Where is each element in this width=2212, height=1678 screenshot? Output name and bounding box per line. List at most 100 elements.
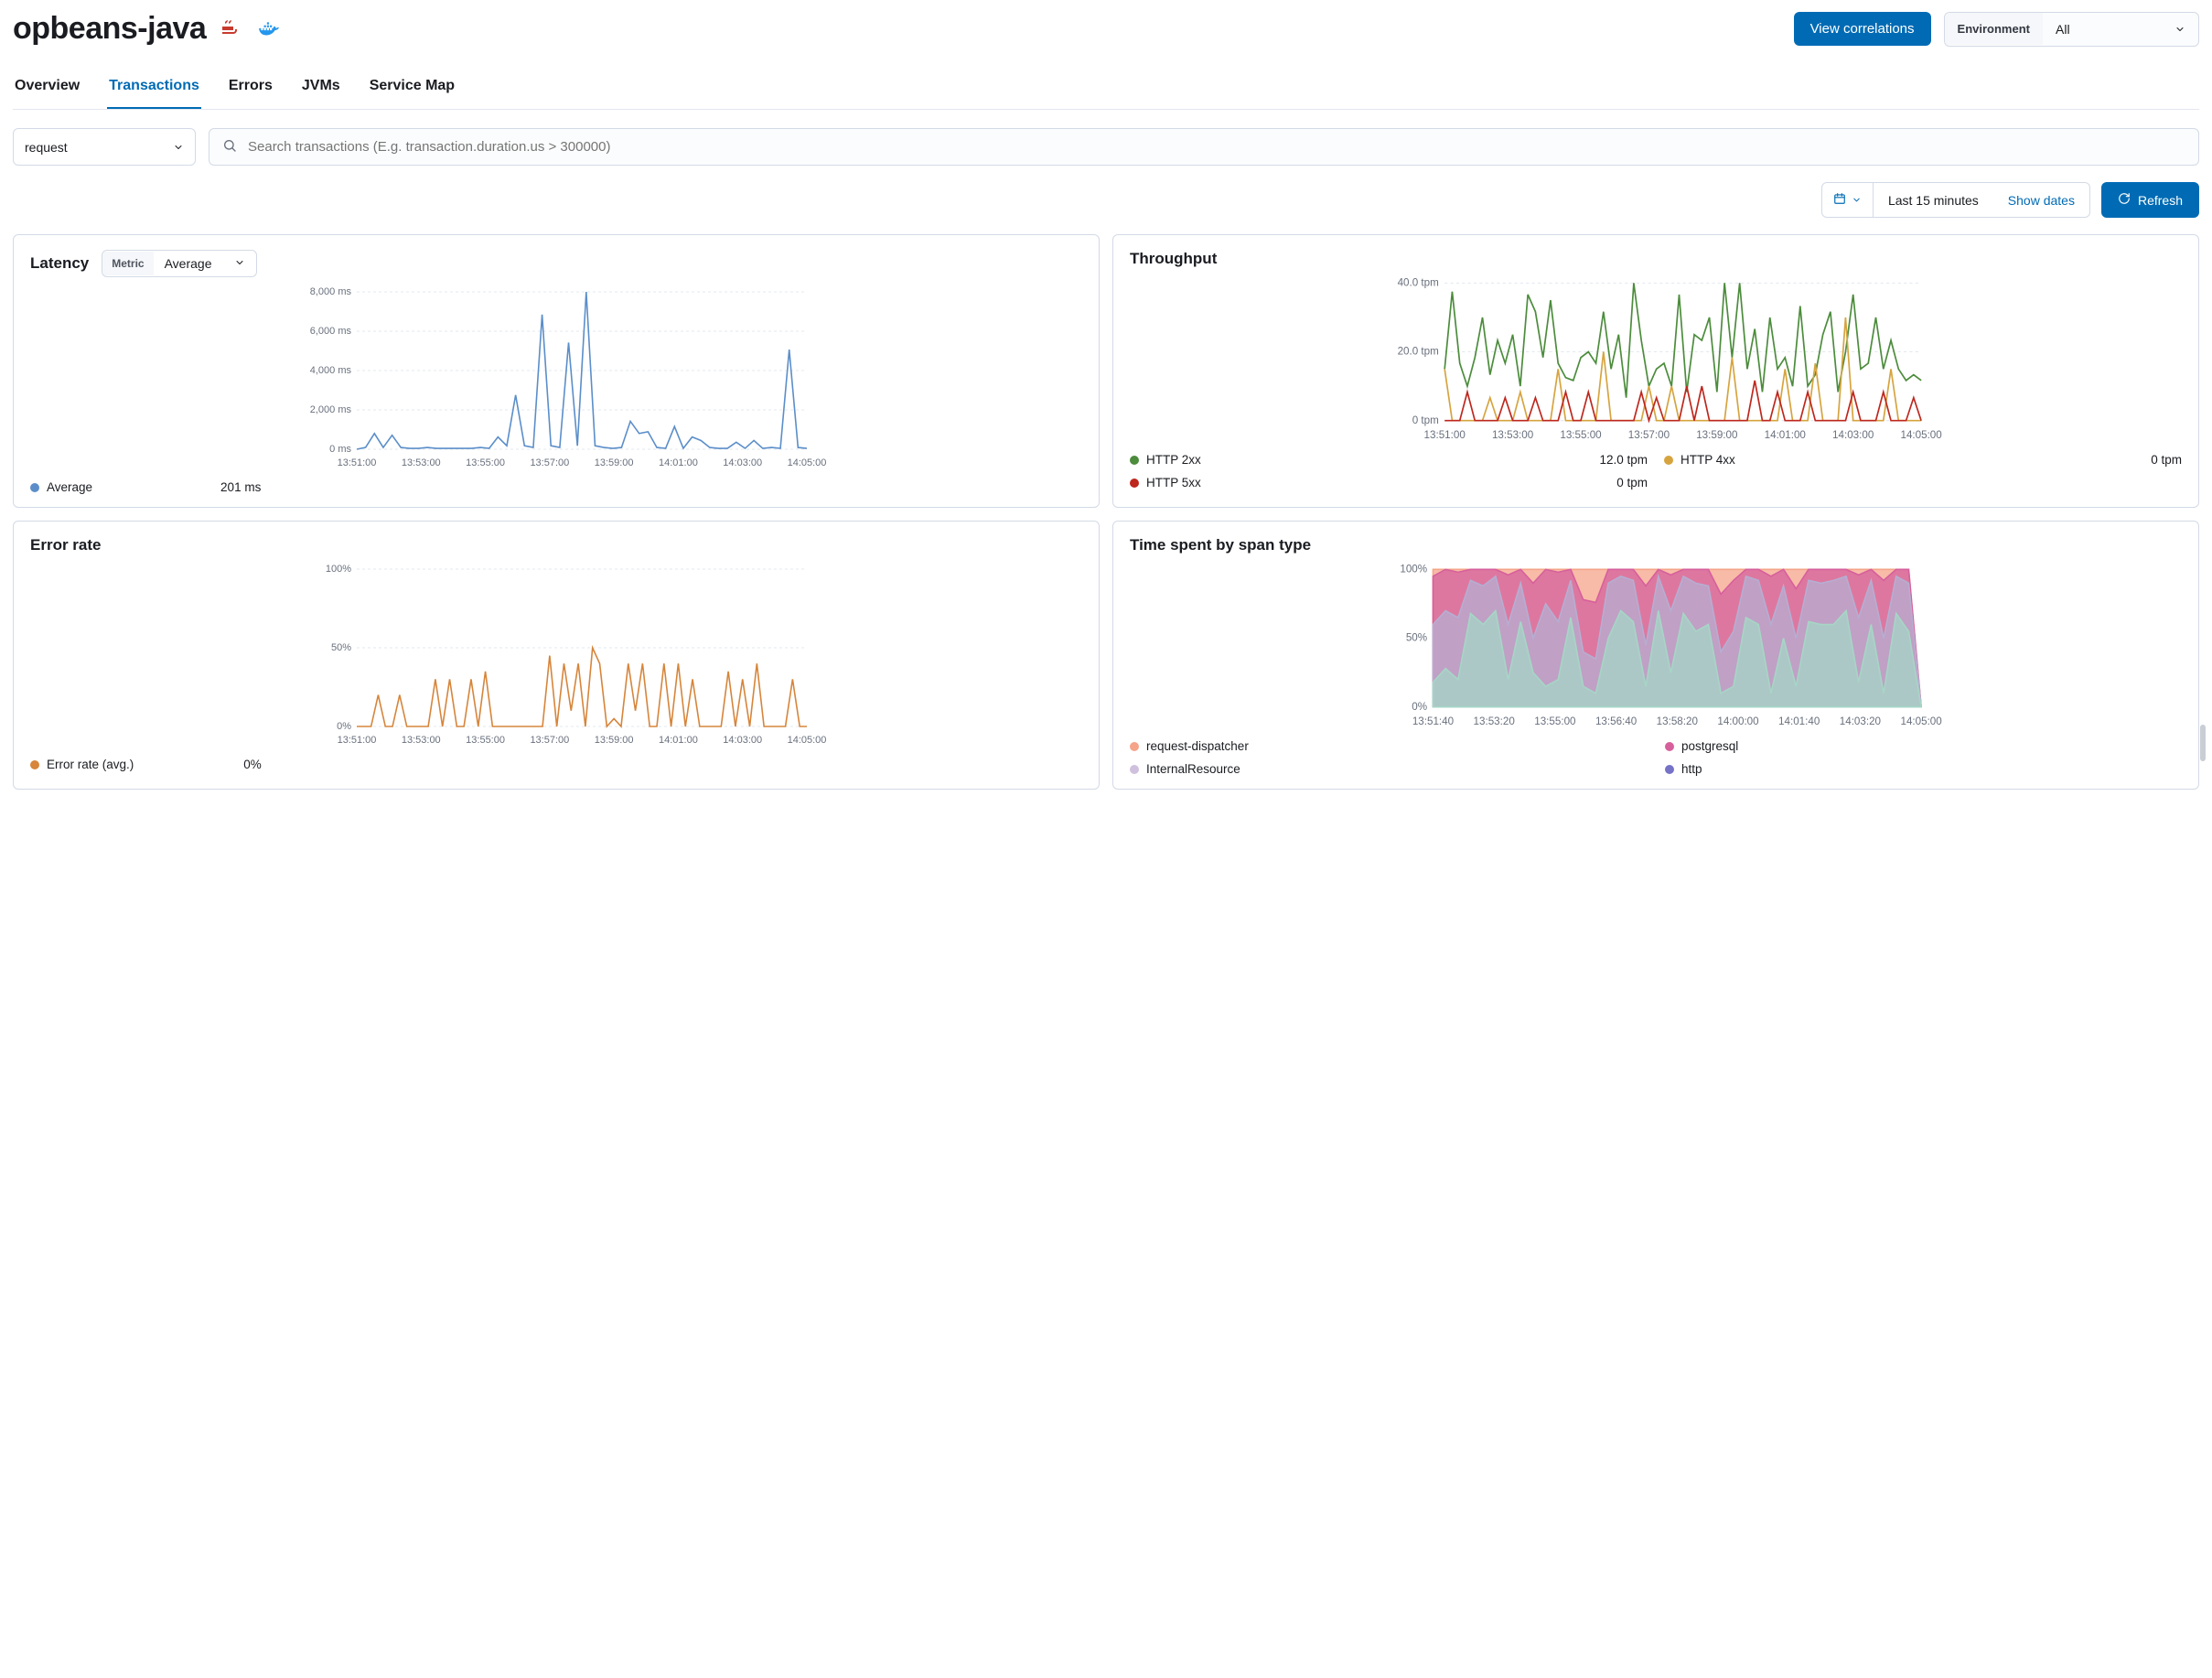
throughput-chart[interactable]: 0 tpm 20.0 tpm 40.0 tpm 13:51:00 13:53:00 13:…: [1130, 277, 2182, 442]
legend-label: request-dispatcher: [1146, 739, 1249, 753]
legend-value: 0 tpm: [1218, 476, 1648, 489]
legend-dot-icon: [1665, 742, 1674, 751]
legend-item: request-dispatcher: [1130, 739, 1647, 753]
legend-dot-icon: [30, 760, 39, 769]
svg-text:13:53:00: 13:53:00: [1492, 429, 1534, 441]
tab-service-map[interactable]: Service Map: [368, 69, 456, 109]
svg-text:13:55:00: 13:55:00: [1560, 429, 1602, 441]
chevron-down-icon: [1852, 193, 1862, 208]
java-icon: [219, 17, 241, 41]
environment-selector[interactable]: Environment All: [1944, 12, 2199, 47]
svg-text:0 tpm: 0 tpm: [1412, 414, 1439, 426]
chevron-down-icon: [173, 142, 184, 153]
svg-text:13:53:00: 13:53:00: [402, 735, 441, 746]
nav-tabs: Overview Transactions Errors JVMs Service Ma…: [13, 69, 2199, 110]
chevron-down-icon: [234, 256, 245, 271]
legend-label: Error rate (avg.): [47, 758, 134, 771]
latency-title: Latency: [30, 254, 89, 273]
svg-text:14:05:00: 14:05:00: [1900, 429, 1942, 441]
tab-jvms[interactable]: JVMs: [300, 69, 342, 109]
legend-item: HTTP 2xx: [1130, 453, 1201, 467]
legend-value: 12.0 tpm: [1218, 453, 1648, 467]
svg-text:14:03:00: 14:03:00: [1832, 429, 1874, 441]
legend-dot-icon: [1130, 479, 1139, 488]
svg-text:13:55:00: 13:55:00: [466, 457, 505, 468]
legend-item: Average: [30, 480, 92, 494]
latency-chart[interactable]: 0 ms2,000 ms4,000 ms6,000 ms8,000 ms13:5…: [30, 286, 1082, 469]
error-rate-panel: Error rate 0%50%100%13:51:0013:53:0013:5…: [13, 521, 1100, 790]
legend-label: InternalResource: [1146, 762, 1240, 776]
legend-value: 0%: [243, 758, 262, 771]
svg-text:13:57:00: 13:57:00: [1628, 429, 1670, 441]
svg-text:20.0 tpm: 20.0 tpm: [1398, 346, 1439, 358]
legend-dot-icon: [1664, 456, 1673, 465]
svg-text:14:01:40: 14:01:40: [1778, 715, 1820, 727]
legend-value: 0 tpm: [1752, 453, 2182, 467]
tab-overview[interactable]: Overview: [13, 69, 81, 109]
svg-text:100%: 100%: [326, 564, 351, 575]
svg-text:4,000 ms: 4,000 ms: [310, 365, 352, 376]
legend-label: HTTP 5xx: [1146, 476, 1201, 489]
svg-text:2,000 ms: 2,000 ms: [310, 404, 352, 415]
svg-text:40.0 tpm: 40.0 tpm: [1398, 277, 1439, 289]
legend-item: http: [1665, 762, 2182, 776]
legend-value: 201 ms: [220, 480, 261, 494]
legend-item: HTTP 4xx: [1664, 453, 1735, 467]
refresh-button[interactable]: Refresh: [2101, 182, 2199, 218]
legend-label: HTTP 2xx: [1146, 453, 1201, 467]
environment-label: Environment: [1945, 13, 2043, 45]
legend-dot-icon: [1130, 765, 1139, 774]
svg-text:13:59:00: 13:59:00: [595, 735, 634, 746]
legend-dot-icon: [1130, 742, 1139, 751]
tab-transactions[interactable]: Transactions: [107, 69, 201, 109]
metric-value: Average: [165, 256, 212, 271]
svg-text:13:55:00: 13:55:00: [466, 735, 505, 746]
transaction-type-select[interactable]: request: [13, 128, 196, 166]
latency-metric-select[interactable]: Metric Average: [102, 250, 256, 277]
svg-text:13:59:00: 13:59:00: [595, 457, 634, 468]
svg-text:50%: 50%: [1406, 632, 1427, 644]
svg-text:13:51:00: 13:51:00: [1424, 429, 1466, 441]
svg-text:13:59:00: 13:59:00: [1696, 429, 1738, 441]
svg-text:14:00:00: 14:00:00: [1717, 715, 1759, 727]
svg-text:100%: 100%: [1400, 564, 1427, 575]
date-picker-button[interactable]: [1822, 183, 1874, 217]
error-rate-chart[interactable]: 0%50%100%13:51:0013:53:0013:55:0013:57:0…: [30, 564, 1082, 747]
svg-text:8,000 ms: 8,000 ms: [310, 286, 352, 297]
page-title: opbeans-java: [13, 11, 206, 47]
span-type-title: Time spent by span type: [1130, 536, 1311, 554]
legend-dot-icon: [1130, 456, 1139, 465]
tab-errors[interactable]: Errors: [227, 69, 274, 109]
chevron-down-icon: [2174, 24, 2185, 35]
svg-text:6,000 ms: 6,000 ms: [310, 326, 352, 337]
legend-label: Average: [47, 480, 92, 494]
show-dates-link[interactable]: Show dates: [1993, 184, 2089, 217]
svg-text:13:57:00: 13:57:00: [530, 735, 569, 746]
svg-text:0%: 0%: [1412, 701, 1427, 713]
legend-item: HTTP 5xx: [1130, 476, 1201, 489]
svg-text:13:51:40: 13:51:40: [1412, 715, 1455, 727]
scrollbar-handle[interactable]: [2200, 725, 2206, 761]
svg-text:13:51:00: 13:51:00: [338, 457, 377, 468]
transaction-type-value: request: [25, 140, 68, 155]
search-input[interactable]: [246, 138, 2185, 156]
svg-text:14:05:00: 14:05:00: [1900, 715, 1942, 727]
refresh-label: Refresh: [2138, 193, 2183, 208]
svg-text:13:53:00: 13:53:00: [402, 457, 441, 468]
svg-text:14:03:00: 14:03:00: [723, 735, 762, 746]
svg-text:14:03:20: 14:03:20: [1840, 715, 1882, 727]
legend-label: HTTP 4xx: [1680, 453, 1735, 467]
refresh-icon: [2118, 192, 2131, 208]
view-correlations-button[interactable]: View correlations: [1794, 12, 1931, 46]
legend-dot-icon: [30, 483, 39, 492]
legend-item: postgresql: [1665, 739, 2182, 753]
svg-text:14:01:00: 14:01:00: [1765, 429, 1807, 441]
legend-item: InternalResource: [1130, 762, 1647, 776]
svg-text:14:01:00: 14:01:00: [659, 457, 698, 468]
svg-text:50%: 50%: [331, 642, 351, 653]
span-type-panel: Time spent by span type 0% 50% 100% 13:51:4…: [1112, 521, 2199, 790]
legend-label: http: [1681, 762, 1702, 776]
svg-text:13:55:00: 13:55:00: [1534, 715, 1576, 727]
span-type-chart[interactable]: 0%50%100%13:51:4013:53:2013:55:0013:56:4…: [1130, 564, 2182, 728]
time-range-text: Last 15 minutes: [1874, 184, 1993, 217]
